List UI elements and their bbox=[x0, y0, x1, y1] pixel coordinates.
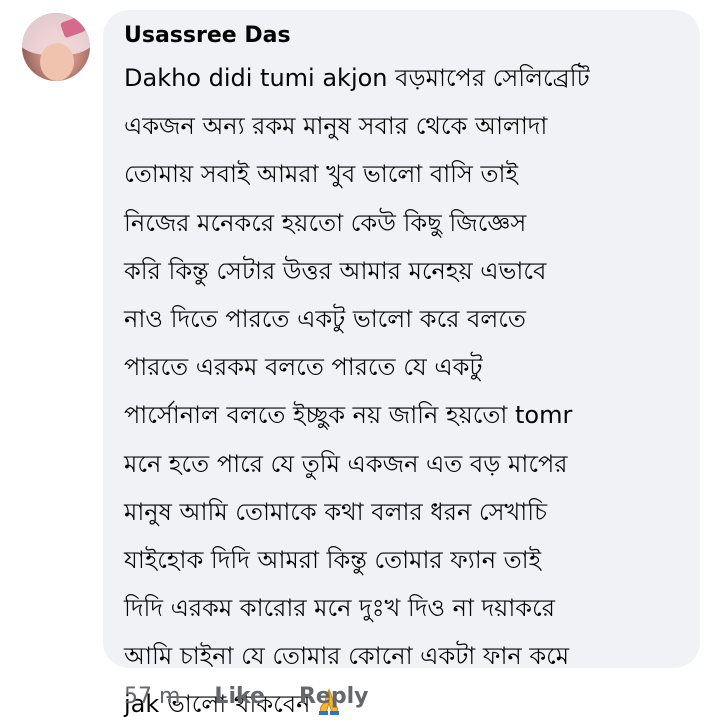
comment-line: মনে হতে পারে যে তুমি একজন এত বড় মাপের bbox=[124, 449, 568, 478]
comment-line: করি কিন্তু সেটার উত্তর আমার মনেহয় এভাবে bbox=[124, 256, 547, 285]
avatar-face bbox=[40, 43, 74, 81]
comment-line: মানুষ আমি তোমাকে কথা বলার ধরন সেখাচি bbox=[124, 497, 548, 526]
comment-line: নাও দিতে পারতে একটু ভালো করে বলতে bbox=[124, 304, 526, 333]
comment-line: তোমায় সবাই আমরা খুব ভালো বাসি তাই bbox=[124, 160, 518, 189]
comment-line: দিদি এরকম কারোর মনে দুঃখ দিও না দয়াকরে bbox=[124, 594, 555, 623]
comment-line: নিজের মনেকরে হয়তো কেউ কিছু জিজ্ঞেস bbox=[124, 208, 527, 237]
avatar[interactable] bbox=[22, 13, 90, 81]
comment-line: একজন অন্য রকম মানুষ সবার থেকে আলাদা bbox=[124, 112, 548, 141]
comment-timestamp[interactable]: 57 m bbox=[124, 684, 180, 709]
reply-button[interactable]: Reply bbox=[299, 684, 369, 709]
comment-thread: Usassree Das Dakho didi tumi akjon বড়মা… bbox=[0, 0, 720, 720]
comment-line: Dakho didi tumi akjon বড়মাপের সেলিব্রেট… bbox=[124, 64, 590, 92]
comment-text: Dakho didi tumi akjon বড়মাপের সেলিব্রেট… bbox=[124, 54, 694, 720]
comment-line: যাইহোক দিদি আমরা কিন্তু তোমার ফ্যান তাই bbox=[124, 545, 542, 574]
comment-line: পারতে এরকম বলতে পারতে যে একটু bbox=[124, 353, 483, 382]
comment-actions: 57 m Like Reply bbox=[124, 680, 368, 712]
like-button[interactable]: Like bbox=[214, 684, 265, 709]
comment-line: আমি চাইনা যে তোমার কোনো একটা ফান কমে bbox=[124, 642, 570, 671]
comment-author[interactable]: Usassree Das bbox=[124, 21, 291, 51]
comment-line: পার্সোনাল বলতে ইচ্ছুক নয় জানি হয়তো tom… bbox=[124, 401, 573, 430]
